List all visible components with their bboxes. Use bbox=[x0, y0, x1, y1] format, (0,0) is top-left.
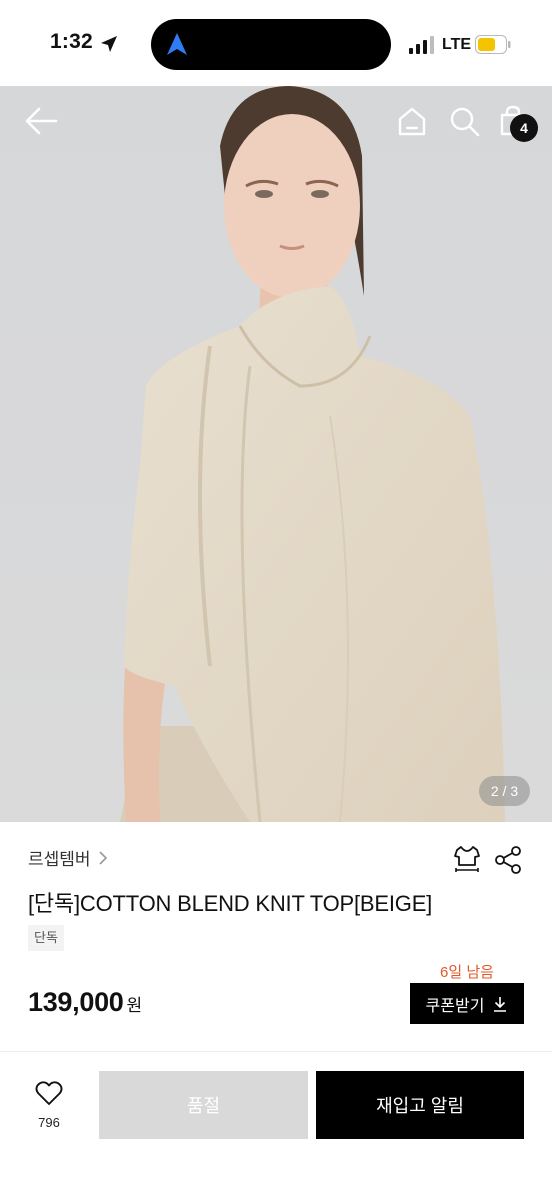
like-button[interactable]: 796 bbox=[26, 1080, 72, 1130]
brand-link[interactable]: 르셉템버 bbox=[28, 845, 109, 870]
gallery-page-indicator: 2 / 3 bbox=[479, 776, 530, 806]
navigation-icon bbox=[167, 33, 187, 55]
coupon-remaining-days: 6일 남음 bbox=[440, 964, 494, 981]
signal-icon bbox=[409, 36, 434, 54]
price-row: 139,000 원 bbox=[28, 987, 142, 1018]
battery-icon bbox=[475, 35, 511, 54]
status-bar: 1:32 LTE bbox=[0, 0, 552, 86]
restock-alert-button[interactable]: 재입고 알림 bbox=[316, 1071, 524, 1139]
exclusive-tag: 단독 bbox=[28, 925, 64, 951]
brand-name: 르셉템버 bbox=[28, 850, 91, 869]
sold-out-label: 품절 bbox=[186, 1096, 221, 1116]
status-time: 1:32 bbox=[50, 30, 93, 53]
product-title: [단독]COTTON BLEND KNIT TOP[BEIGE] bbox=[28, 891, 433, 916]
product-price: 139,000 bbox=[28, 987, 124, 1017]
bottom-bar-divider bbox=[0, 1051, 552, 1052]
chevron-right-icon bbox=[98, 850, 107, 865]
sold-out-button: 품절 bbox=[99, 1071, 308, 1139]
network-type: LTE bbox=[442, 36, 472, 53]
like-count: 796 bbox=[38, 1115, 60, 1130]
share-icon[interactable] bbox=[494, 845, 522, 875]
location-arrow-icon bbox=[101, 36, 117, 52]
cart-count-badge: 4 bbox=[510, 114, 538, 142]
heart-icon bbox=[35, 1081, 63, 1105]
product-image-gallery[interactable]: 4 2 / 3 bbox=[0, 86, 552, 822]
restock-alert-label: 재입고 알림 bbox=[376, 1096, 464, 1116]
get-coupon-button[interactable]: 쿠폰받기 bbox=[410, 983, 524, 1024]
get-coupon-label: 쿠폰받기 bbox=[425, 997, 485, 1015]
back-arrow-icon[interactable] bbox=[22, 104, 60, 138]
product-photo bbox=[0, 86, 552, 822]
search-icon[interactable] bbox=[447, 104, 481, 138]
price-currency: 원 bbox=[126, 996, 143, 1015]
home-icon[interactable] bbox=[395, 104, 429, 138]
download-icon bbox=[494, 996, 507, 1012]
size-guide-icon[interactable] bbox=[452, 844, 482, 874]
